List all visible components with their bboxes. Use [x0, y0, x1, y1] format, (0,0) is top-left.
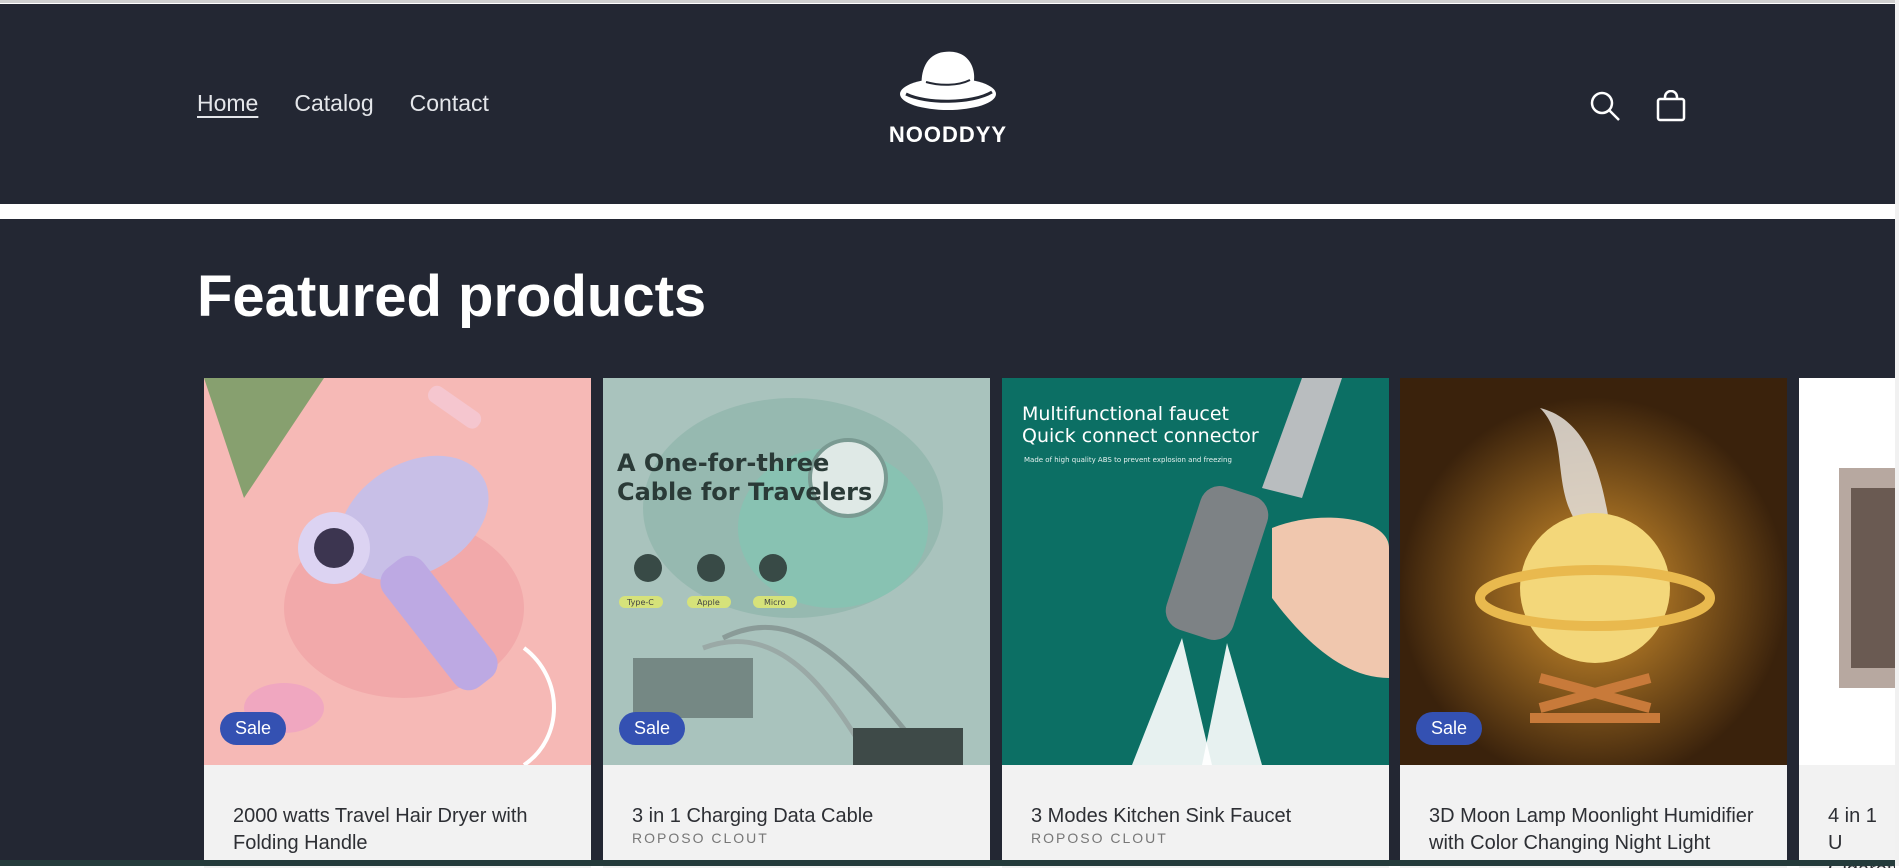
product-title[interactable]: 2000 watts Travel Hair Dryer with Foldin…: [233, 803, 563, 857]
product-vendor: ROPOSO CLOUT: [632, 830, 769, 846]
product-title[interactable]: 3 in 1 Charging Data Cable: [632, 803, 962, 830]
logo-text: NOODDYY: [888, 122, 1008, 147]
product-title[interactable]: 3D Moon Lamp Moonlight Humidifier with C…: [1429, 803, 1759, 857]
featured-section: Featured products Sale 2000 watts Travel…: [0, 219, 1895, 868]
product-title[interactable]: 4 in 1 U Cigarett: [1828, 803, 1895, 868]
section-gap: [0, 204, 1899, 219]
product-card-hair-dryer[interactable]: Sale 2000 watts Travel Hair Dryer with F…: [204, 378, 591, 868]
product-image: [1400, 378, 1787, 765]
nav-contact[interactable]: Contact: [410, 90, 489, 117]
sale-badge: Sale: [619, 712, 686, 745]
top-border: [0, 0, 1899, 3]
svg-text:Micro: Micro: [764, 598, 786, 607]
scrollbar[interactable]: [1895, 0, 1899, 866]
store-logo[interactable]: NOODDYY: [878, 44, 1018, 148]
nav-home[interactable]: Home: [197, 90, 258, 117]
cart-icon[interactable]: [1655, 89, 1687, 122]
product-card-moon-lamp[interactable]: Sale 3D Moon Lamp Moonlight Humidifier w…: [1400, 378, 1787, 868]
nav-catalog[interactable]: Catalog: [294, 90, 373, 117]
product-card-charging-cable[interactable]: A One-for-three Cable for Travelers Type…: [603, 378, 990, 868]
svg-text:Made of high quality ABS to pr: Made of high quality ABS to prevent expl…: [1024, 456, 1232, 464]
svg-text:Apple: Apple: [697, 598, 720, 607]
svg-text:Type-C: Type-C: [626, 598, 654, 607]
product-image: A One-for-three Cable for Travelers Type…: [603, 378, 990, 765]
product-vendor: ROPOSO CLOUT: [1031, 830, 1168, 846]
svg-text:Multifunctional faucet: Multifunctional faucet: [1022, 403, 1229, 425]
product-title[interactable]: 3 Modes Kitchen Sink Faucet: [1031, 803, 1361, 830]
product-image: [204, 378, 591, 765]
svg-text:A One-for-three: A One-for-three: [617, 449, 829, 477]
sale-badge: Sale: [220, 712, 287, 745]
sale-badge: Sale: [1416, 712, 1483, 745]
section-title: Featured products: [197, 264, 707, 329]
svg-text:Quick connect connector: Quick connect connector: [1022, 425, 1259, 447]
svg-text:Cable for Travelers: Cable for Travelers: [617, 478, 872, 506]
search-icon[interactable]: [1589, 90, 1621, 122]
product-image: Multifunctional faucet Quick connect con…: [1002, 378, 1389, 765]
product-image: [1799, 378, 1895, 765]
product-card-partial[interactable]: 4 in 1 U Cigarett: [1799, 378, 1895, 868]
main-nav: Home Catalog Contact: [197, 90, 489, 117]
bottom-strip: [0, 860, 1899, 866]
product-card-sink-faucet[interactable]: Multifunctional faucet Quick connect con…: [1002, 378, 1389, 868]
site-header: Home Catalog Contact NOODDYY: [0, 4, 1895, 204]
hat-icon: [900, 51, 996, 110]
